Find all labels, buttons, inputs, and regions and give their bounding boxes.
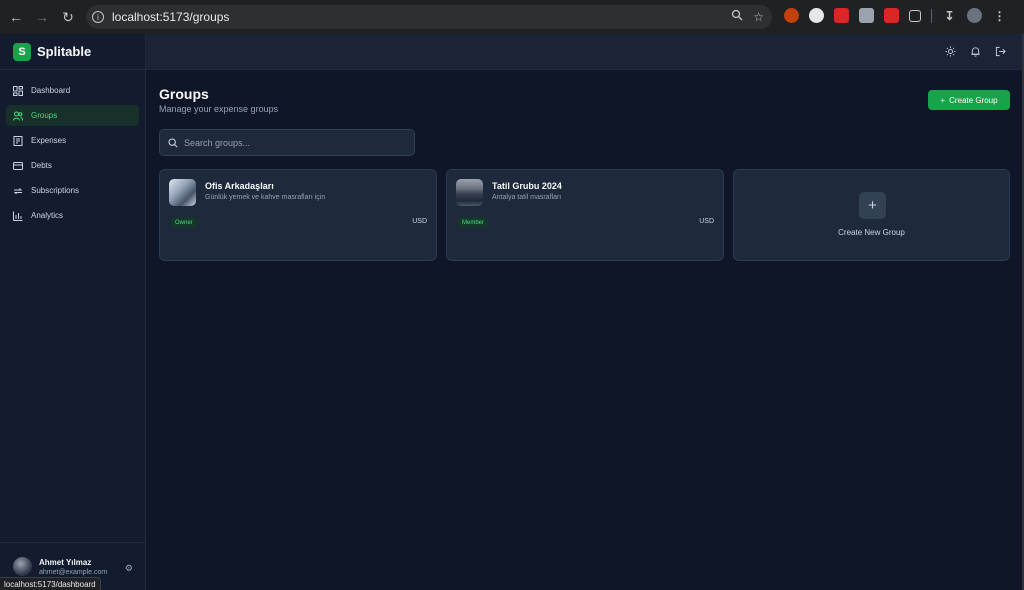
sidebar-item-subscriptions[interactable]: Subscriptions: [6, 180, 139, 201]
bar-chart-icon: [13, 211, 23, 221]
brand[interactable]: S Splitable: [0, 34, 145, 70]
sidebar-item-label: Debts: [31, 161, 52, 170]
sidebar-nav: Dashboard Groups Expenses Debts Subscrip…: [0, 70, 145, 226]
sidebar-item-dashboard[interactable]: Dashboard: [6, 80, 139, 101]
sidebar: S Splitable Dashboard Groups Expenses De…: [0, 34, 146, 590]
logout-icon[interactable]: [994, 45, 1006, 57]
user-info: Ahmet Yılmaz ahmet@example.com: [39, 558, 107, 576]
brand-logo: S: [13, 42, 31, 61]
create-new-group-card[interactable]: + Create New Group: [733, 169, 1010, 261]
reload-icon[interactable]: ↻: [57, 6, 79, 28]
role-badge: Member: [458, 217, 489, 228]
page-subtitle: Manage your expense groups: [159, 104, 279, 114]
download-icon[interactable]: ↧: [942, 8, 957, 23]
receipt-icon: [13, 135, 23, 146]
group-description: Günlük yemek ve kahve masrafları için: [205, 194, 326, 201]
search-input[interactable]: [184, 137, 384, 148]
puzzle-icon[interactable]: [909, 9, 921, 22]
main-content: Groups Manage your expense groups + Crea…: [146, 70, 1022, 590]
sidebar-item-label: Subscriptions: [31, 186, 80, 195]
zoom-icon[interactable]: [731, 9, 743, 24]
dashboard-icon: [13, 85, 23, 96]
role-badge: Owner: [171, 217, 197, 228]
menu-kebab-icon[interactable]: ⋮: [992, 8, 1007, 23]
extension-icon[interactable]: [784, 8, 799, 23]
header-actions: [944, 45, 1006, 57]
group-currency: USD: [699, 218, 714, 225]
sidebar-item-debts[interactable]: Debts: [6, 155, 139, 176]
credit-card-icon: [13, 161, 23, 171]
sidebar-item-label: Dashboard: [31, 86, 71, 95]
back-arrow-icon[interactable]: ←: [5, 6, 27, 28]
users-icon: [13, 111, 23, 121]
avatar: [13, 557, 32, 576]
search-icon: [168, 137, 178, 148]
profile-avatar-icon[interactable]: [967, 8, 982, 23]
app-header: [146, 34, 1022, 70]
forward-arrow-icon[interactable]: →: [31, 6, 53, 28]
group-image: [456, 179, 483, 206]
create-new-group-label: Create New Group: [838, 228, 905, 237]
site-info-icon[interactable]: i: [92, 11, 104, 23]
repeat-icon: [13, 186, 23, 196]
gear-icon[interactable]: ⚙: [125, 563, 133, 574]
group-card-tatil[interactable]: Tatil Grubu 2024 Antalya tatil masraflar…: [446, 169, 724, 261]
sidebar-item-label: Groups: [31, 111, 58, 120]
bell-icon[interactable]: [969, 45, 981, 57]
brand-name: Splitable: [37, 44, 92, 59]
bookmark-star-icon[interactable]: ☆: [753, 10, 764, 24]
search-box[interactable]: [159, 129, 415, 156]
group-image: [169, 179, 196, 206]
sun-icon[interactable]: [944, 45, 956, 57]
extension-icon[interactable]: [834, 8, 849, 23]
plus-icon: +: [940, 95, 946, 105]
address-url[interactable]: localhost:5173/groups: [112, 10, 229, 24]
address-bar[interactable]: i localhost:5173/groups ☆: [86, 5, 772, 29]
sidebar-item-analytics[interactable]: Analytics: [6, 205, 139, 226]
group-name: Ofis Arkadaşları: [205, 181, 274, 191]
sidebar-item-label: Analytics: [31, 211, 64, 220]
toolbar-divider: [931, 8, 932, 23]
extensions-bar: ↧ ⋮: [784, 8, 1007, 23]
shield-extension-icon[interactable]: [859, 8, 874, 23]
link-status-bar: localhost:5173/dashboard: [0, 577, 101, 590]
extension-icon[interactable]: [884, 8, 899, 23]
group-name: Tatil Grubu 2024: [492, 181, 562, 191]
browser-toolbar: ← → ↻ i localhost:5173/groups ☆ ↧ ⋮: [0, 0, 1024, 34]
sidebar-item-label: Expenses: [31, 136, 67, 145]
sidebar-item-expenses[interactable]: Expenses: [6, 130, 139, 151]
extension-icon[interactable]: [809, 8, 824, 23]
plus-icon: +: [859, 192, 886, 219]
create-group-label: Create Group: [949, 95, 998, 105]
group-card-ofis[interactable]: Ofis Arkadaşları Günlük yemek ve kahve m…: [159, 169, 437, 261]
user-email: ahmet@example.com: [39, 568, 108, 576]
user-name: Ahmet Yılmaz: [39, 557, 92, 567]
group-description: Antalya tatil masrafları: [492, 194, 562, 201]
group-currency: USD: [412, 218, 427, 225]
sidebar-item-groups[interactable]: Groups: [6, 105, 139, 126]
page-title: Groups: [159, 86, 209, 102]
create-group-button[interactable]: + Create Group: [928, 90, 1010, 110]
